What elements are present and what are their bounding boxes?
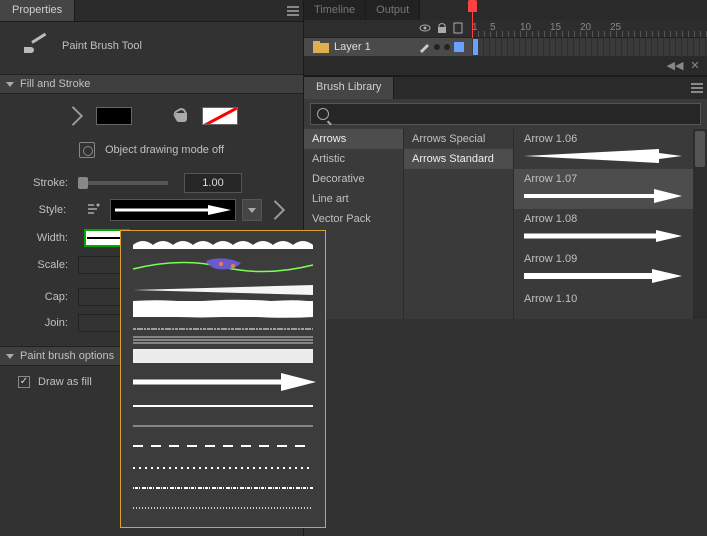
tab-output[interactable]: Output [366, 0, 420, 20]
stroke-label: Stroke: [0, 177, 78, 189]
tab-timeline[interactable]: Timeline [304, 0, 366, 20]
panel-menu-button[interactable] [687, 77, 707, 99]
category-item[interactable]: Line art [304, 189, 403, 209]
right-side: Timeline Output 1 5 10 15 20 25 Layer 1 [304, 0, 707, 536]
tab-properties[interactable]: Properties [0, 0, 75, 21]
timeline-tabs: Timeline Output [304, 0, 707, 20]
brush-preview-list: Arrow 1.06 Arrow 1.07 Arrow 1.08 Arrow 1… [514, 129, 707, 319]
brush-preview-item[interactable]: Arrow 1.10 [514, 289, 707, 319]
brush-preview-item[interactable]: Arrow 1.09 [514, 249, 707, 289]
stroke-style-popup[interactable] [120, 230, 326, 528]
properties-tabbar: Properties [0, 0, 303, 22]
width-label: Width: [0, 232, 78, 244]
timeline-ruler[interactable]: 1 5 10 15 20 25 [304, 20, 707, 38]
edit-stroke-style-pencil-icon[interactable] [268, 199, 289, 221]
eye-icon[interactable] [419, 22, 431, 34]
dock-strip: ◀◀ ✕ [304, 56, 707, 76]
search-icon [317, 108, 329, 120]
brush-library-search[interactable] [310, 103, 701, 125]
draw-as-fill-checkbox[interactable]: ✓ [18, 376, 30, 388]
search-input[interactable] [335, 108, 694, 120]
lock-icon[interactable] [437, 22, 447, 34]
section-title: Paint brush options [20, 350, 114, 362]
frame-strip[interactable] [472, 38, 707, 56]
draw-as-fill-label: Draw as fill [38, 376, 92, 388]
brush-preview-item[interactable]: Arrow 1.07 [514, 169, 707, 209]
subcategory-list: Arrows Special Arrows Standard [404, 129, 514, 319]
current-tool-row: Paint Brush Tool [0, 22, 303, 74]
keyframe[interactable] [473, 39, 478, 55]
scale-label: Scale: [0, 259, 78, 271]
close-panel-icon[interactable]: ✕ [687, 59, 703, 73]
category-item[interactable]: Decorative [304, 169, 403, 189]
tool-name-label: Paint Brush Tool [62, 40, 142, 52]
section-fill-and-stroke[interactable]: Fill and Stroke [0, 74, 303, 94]
tab-brush-library[interactable]: Brush Library [304, 77, 394, 99]
layer-name[interactable]: Layer 1 [334, 41, 418, 53]
fill-color-swatch-none[interactable] [202, 107, 238, 125]
chevron-down-icon [248, 208, 256, 213]
stroke-color-pencil-icon[interactable] [66, 106, 86, 126]
collapse-left-icon[interactable]: ◀◀ [667, 59, 683, 73]
disclosure-triangle-icon [6, 354, 14, 359]
brush-library-panel: Brush Library Arrows Artistic Decorative… [304, 76, 707, 319]
checkmark-icon: ✓ [20, 377, 28, 387]
scrollbar-thumb[interactable] [695, 131, 705, 167]
lock-dot[interactable] [444, 44, 450, 50]
stroke-style-options-icon[interactable] [82, 199, 103, 221]
style-label: Style: [0, 204, 76, 216]
scrollbar[interactable] [693, 129, 707, 319]
panel-menu-button[interactable] [283, 0, 303, 21]
stroke-weight-input[interactable] [184, 173, 242, 193]
stroke-weight-slider[interactable] [78, 181, 168, 185]
category-item[interactable]: Arrows [304, 129, 403, 149]
category-item[interactable]: Vector Pack [304, 209, 403, 229]
category-item[interactable]: Artistic [304, 149, 403, 169]
join-label: Join: [0, 317, 78, 329]
stroke-color-swatch[interactable] [96, 107, 132, 125]
brush-name: Arrow 1.06 [524, 133, 577, 145]
brush-name: Arrow 1.07 [524, 173, 577, 185]
layer-icon [312, 40, 330, 54]
brush-name: Arrow 1.08 [524, 213, 577, 225]
visibility-dot[interactable] [434, 44, 440, 50]
fill-color-bucket-icon[interactable] [172, 106, 192, 126]
object-drawing-toggle-icon[interactable] [79, 142, 95, 158]
playhead[interactable] [472, 0, 473, 38]
outline-color-swatch[interactable] [454, 42, 464, 52]
stroke-style-dropdown[interactable] [110, 199, 236, 221]
arrow-preview-icon [113, 203, 233, 217]
stroke-style-dropdown-button[interactable] [242, 199, 262, 221]
outline-icon[interactable] [453, 22, 463, 34]
subcategory-item[interactable]: Arrows Special [404, 129, 513, 149]
brush-library-tabbar: Brush Library [304, 77, 707, 99]
layer-indicators [418, 41, 464, 53]
paint-brush-icon [24, 36, 48, 56]
brush-preview-item[interactable]: Arrow 1.08 [514, 209, 707, 249]
subcategory-item[interactable]: Arrows Standard [404, 149, 513, 169]
cap-label: Cap: [0, 291, 78, 303]
brush-preview-item[interactable]: Arrow 1.06 [514, 129, 707, 169]
brush-name: Arrow 1.10 [524, 293, 577, 305]
layer-pencil-icon[interactable] [418, 41, 430, 53]
disclosure-triangle-icon [6, 82, 14, 87]
timeline-panel: Timeline Output 1 5 10 15 20 25 Layer 1 [304, 0, 707, 56]
section-title: Fill and Stroke [20, 78, 90, 90]
layer-column-icons [419, 22, 463, 34]
object-drawing-label: Object drawing mode off [105, 144, 224, 156]
brush-name: Arrow 1.09 [524, 253, 577, 265]
brush-library-body: Arrows Artistic Decorative Line art Vect… [304, 129, 707, 319]
brush-styles-preview[interactable] [121, 231, 325, 527]
